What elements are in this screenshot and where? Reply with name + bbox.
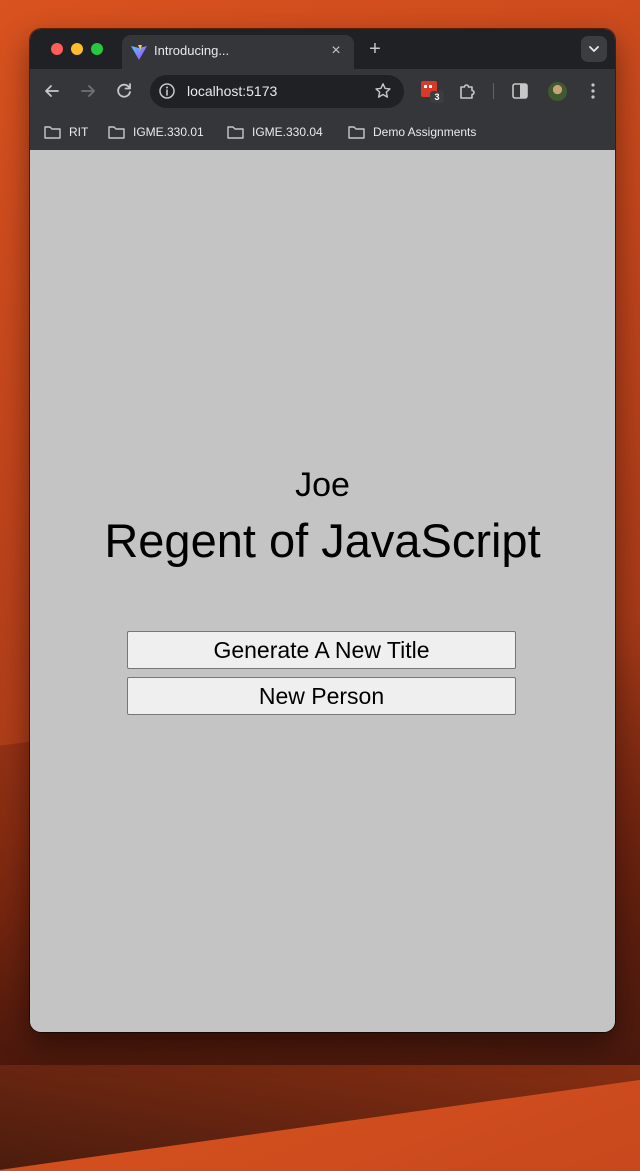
- toolbar-divider: [493, 83, 494, 99]
- arrow-left-icon[interactable]: [40, 79, 64, 103]
- info-icon[interactable]: [158, 82, 176, 100]
- tab-search-button[interactable]: [581, 36, 607, 62]
- folder-icon: [108, 126, 125, 139]
- generate-title-button[interactable]: Generate A New Title: [127, 631, 516, 669]
- navigation-toolbar: localhost:5173 3: [30, 69, 615, 113]
- folder-icon: [227, 126, 244, 139]
- new-tab-button[interactable]: +: [364, 38, 386, 60]
- tab-close-icon[interactable]: ×: [326, 41, 346, 61]
- puzzle-icon[interactable]: [455, 79, 479, 103]
- folder-icon: [348, 126, 365, 139]
- browser-window: Introducing... × + localhost:5173 3 RIT …: [30, 29, 615, 1032]
- address-url[interactable]: localhost:5173: [187, 83, 277, 99]
- chevron-down-icon: [589, 46, 599, 52]
- star-icon[interactable]: [374, 82, 392, 100]
- bookmark-label: Demo Assignments: [373, 125, 477, 139]
- zoom-window-button[interactable]: [91, 43, 103, 55]
- page-content: Joe Regent of JavaScript Generate A New …: [30, 150, 615, 1032]
- tab-title: Introducing...: [154, 43, 230, 58]
- arrow-right-icon[interactable]: [76, 79, 100, 103]
- bookmark-folder-igme-330-04[interactable]: IGME.330.04: [227, 122, 323, 142]
- person-title: Regent of JavaScript: [104, 514, 541, 567]
- bookmarks-bar: RIT IGME.330.01 IGME.330.04 Demo Assignm…: [30, 113, 615, 151]
- extension-button[interactable]: 3: [420, 80, 444, 103]
- bookmark-label: IGME.330.04: [252, 125, 323, 139]
- close-window-button[interactable]: [51, 43, 63, 55]
- folder-icon: [44, 126, 61, 139]
- bookmark-folder-demo-assignments[interactable]: Demo Assignments: [348, 122, 476, 142]
- kebab-menu-icon[interactable]: [581, 79, 605, 103]
- minimize-window-button[interactable]: [71, 43, 83, 55]
- person-name: Joe: [295, 466, 350, 504]
- address-bar[interactable]: localhost:5173: [150, 75, 404, 108]
- bookmark-label: RIT: [69, 125, 89, 139]
- reload-icon[interactable]: [112, 79, 136, 103]
- extension-badge: 3: [430, 91, 444, 103]
- profile-avatar[interactable]: [548, 82, 567, 101]
- bookmark-label: IGME.330.01: [133, 125, 204, 139]
- bookmark-folder-rit[interactable]: RIT: [44, 122, 88, 142]
- bookmark-folder-igme-330-01[interactable]: IGME.330.01: [108, 122, 204, 142]
- new-person-button[interactable]: New Person: [127, 677, 516, 715]
- side-panel-icon[interactable]: [508, 79, 532, 103]
- tab-strip: Introducing... × +: [30, 29, 615, 69]
- tab-introducing[interactable]: Introducing... ×: [122, 35, 354, 69]
- vite-favicon-icon: [131, 45, 147, 60]
